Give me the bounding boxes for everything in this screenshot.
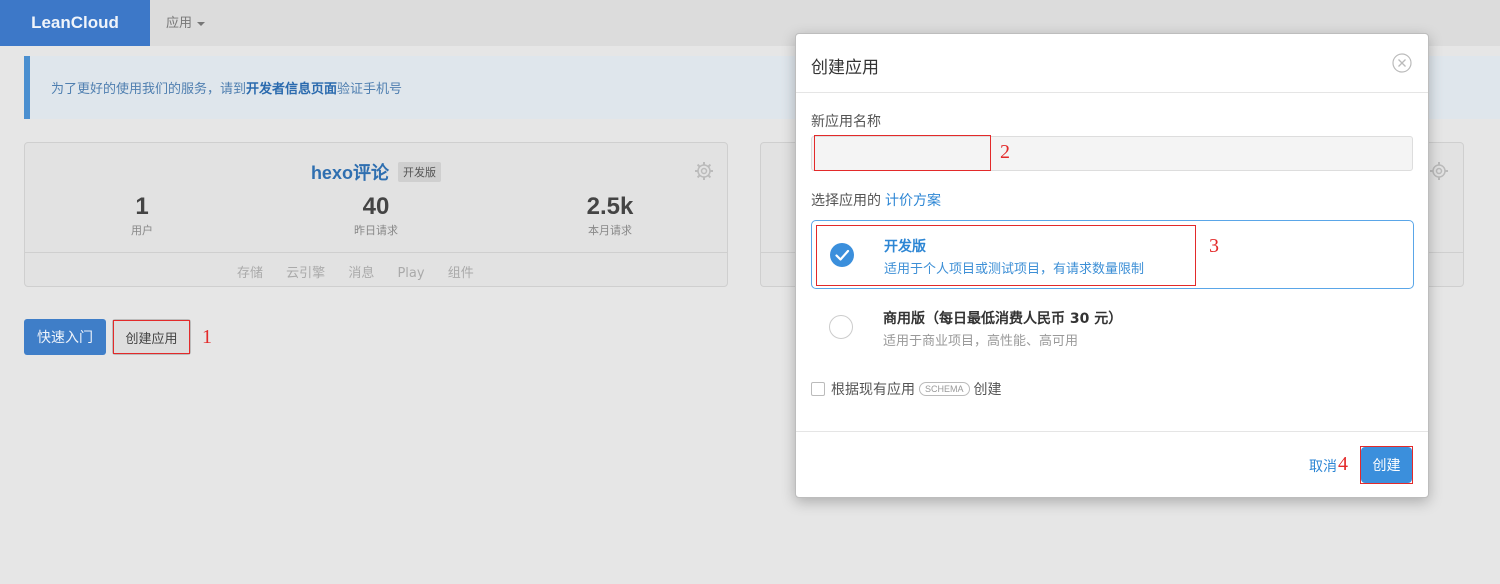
stat-users: 1 用户 <box>72 193 212 238</box>
pricing-plan-link[interactable]: 计价方案 <box>885 193 941 209</box>
gear-icon[interactable] <box>1429 161 1449 181</box>
tab-components[interactable]: 组件 <box>448 266 474 281</box>
schema-suffix: 创建 <box>973 382 1002 398</box>
plan-description: 适用于个人项目或测试项目，有请求数量限制 <box>884 262 1145 277</box>
plan-option-developer[interactable]: 开发版 适用于个人项目或测试项目，有请求数量限制 <box>811 220 1414 289</box>
annotation-number-3: 3 <box>1209 235 1219 257</box>
stat-value: 2.5k <box>586 193 634 220</box>
stat-value: 1 <box>135 193 149 220</box>
annotation-number-2: 2 <box>1000 141 1010 163</box>
quick-start-button[interactable]: 快速入门 <box>24 319 106 355</box>
annotation-number-4: 4 <box>1338 453 1348 475</box>
app-card-tabs: 存储 云引擎 消息 Play 组件 <box>237 262 493 281</box>
create-button[interactable]: 创建 <box>1361 447 1412 483</box>
tab-messages[interactable]: 消息 <box>348 266 374 281</box>
developer-info-link[interactable]: 开发者信息页面 <box>246 82 337 97</box>
create-app-dialog: 创建应用 新应用名称 2 选择应用的 计价方案 开发版 适用于个人项目或测试项目，… <box>795 33 1429 498</box>
stat-label: 昨日请求 <box>354 224 398 237</box>
schema-checkbox[interactable] <box>811 382 825 396</box>
pricing-plan-label: 选择应用的 计价方案 <box>811 190 941 210</box>
edition-badge: 开发版 <box>398 162 442 182</box>
cancel-button[interactable]: 取消 <box>1309 456 1337 476</box>
dialog-title: 创建应用 <box>811 58 879 78</box>
app-name[interactable]: hexo评论 <box>311 163 389 183</box>
plan-option-commercial[interactable]: 商用版（每日最低消费人民币 30 元） 适用于商业项目，高性能、高可用 <box>811 293 1414 362</box>
schema-tag: SCHEMA <box>919 382 970 396</box>
app-name-input[interactable] <box>811 136 1413 171</box>
stat-yesterday-requests: 40 昨日请求 <box>306 193 446 238</box>
stat-month-requests: 2.5k 本月请求 <box>540 193 680 238</box>
annotation-number-1: 1 <box>202 326 212 348</box>
tab-storage[interactable]: 存储 <box>237 266 263 281</box>
notice-text: 为了更好的使用我们的服务，请到开发者信息页面验证手机号 <box>51 78 402 97</box>
create-app-button[interactable]: 创建应用 <box>112 319 191 355</box>
tab-cloud-engine[interactable]: 云引擎 <box>286 266 325 281</box>
plan-name: 商用版（每日最低消费人民币 30 元） <box>883 311 1123 327</box>
app-card[interactable]: hexo评论 开发版 1 用户 40 昨日请求 2.5k 本月请求 存储 云引擎… <box>24 142 728 287</box>
pricing-plan-text: 选择应用的 <box>811 193 881 209</box>
notice-suffix: 验证手机号 <box>337 82 403 97</box>
app-name-label: 新应用名称 <box>811 114 881 130</box>
radio-unchecked-icon[interactable] <box>829 315 853 339</box>
radio-checked-icon[interactable] <box>830 243 854 267</box>
gear-icon[interactable] <box>694 161 714 181</box>
plan-name: 开发版 <box>884 239 926 255</box>
stat-label: 用户 <box>131 224 153 237</box>
chevron-down-icon <box>197 21 206 26</box>
app-card-title: hexo评论 开发版 <box>25 159 727 185</box>
stat-label: 本月请求 <box>588 224 632 237</box>
plan-description: 适用于商业项目，高性能、高可用 <box>883 334 1079 349</box>
tab-play[interactable]: Play <box>397 266 424 281</box>
notice-prefix: 为了更好的使用我们的服务，请到 <box>51 82 247 97</box>
dialog-footer-divider <box>796 431 1428 432</box>
stat-value: 40 <box>362 193 390 220</box>
nav-apps-label: 应用 <box>166 16 193 31</box>
nav-apps-menu[interactable]: 应用 <box>166 12 206 31</box>
schema-prefix: 根据现有应用 <box>831 382 915 398</box>
create-from-schema-option[interactable]: 根据现有应用 SCHEMA 创建 <box>811 379 1002 399</box>
brand-logo[interactable]: LeanCloud <box>0 0 150 46</box>
dialog-header-divider <box>796 92 1428 93</box>
card-divider <box>25 252 727 253</box>
close-icon[interactable] <box>1392 53 1412 73</box>
